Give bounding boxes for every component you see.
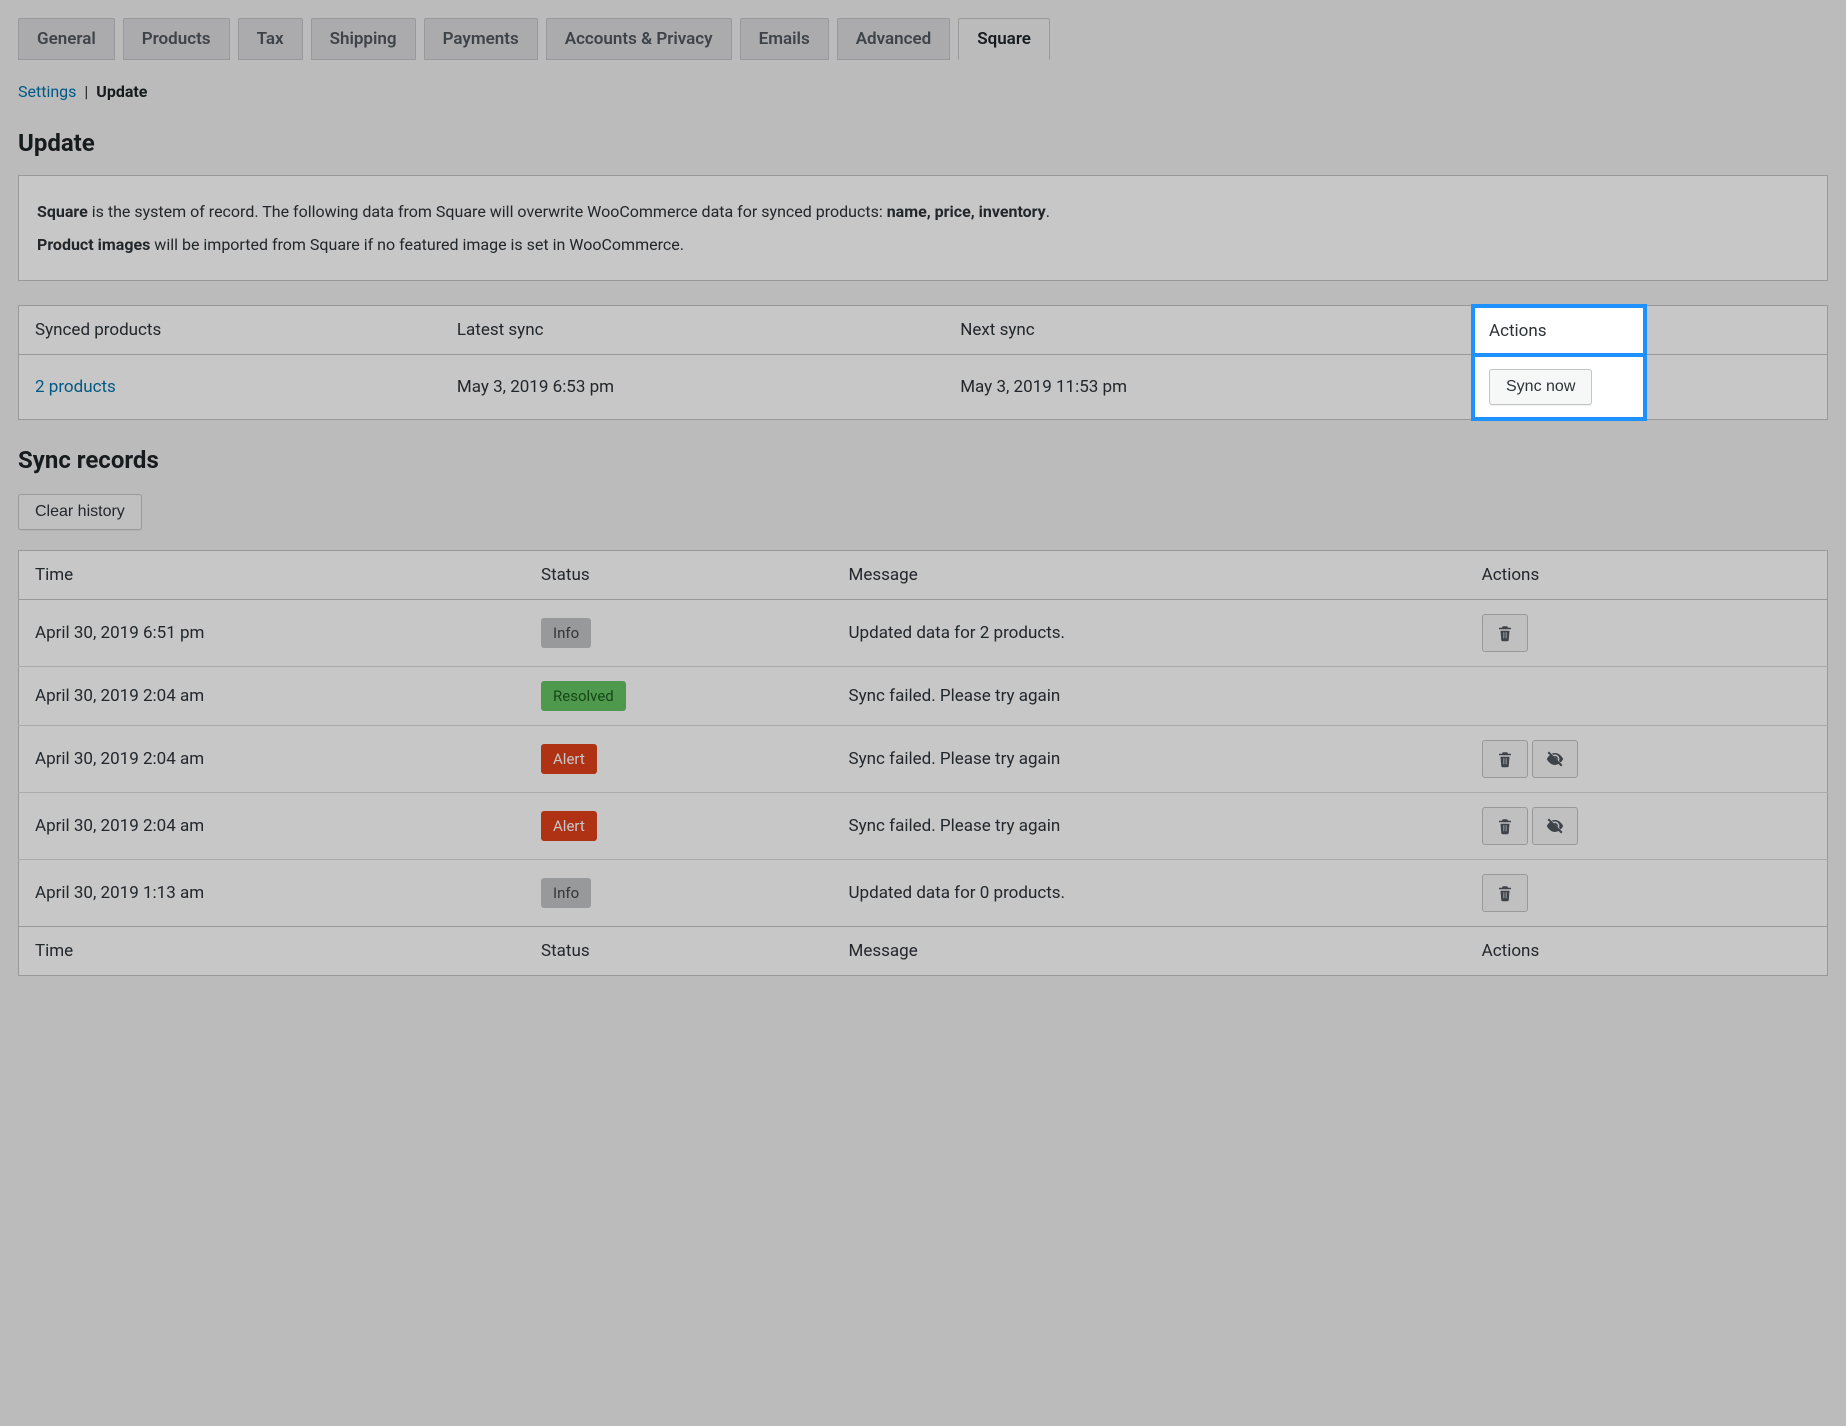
notice-bold-square: Square	[37, 202, 88, 221]
tab-square[interactable]: Square	[958, 18, 1050, 60]
tab-advanced[interactable]: Advanced	[837, 18, 951, 60]
heading-sync-records: Sync records	[18, 446, 1828, 474]
record-message: Sync failed. Please try again	[833, 666, 1466, 725]
settings-tabs: GeneralProductsTaxShippingPaymentsAccoun…	[18, 18, 1828, 60]
eye-off-icon	[1546, 817, 1564, 835]
tab-tax[interactable]: Tax	[238, 18, 303, 60]
notice-text-1-end: .	[1046, 202, 1050, 221]
synced-products-link[interactable]: 2 products	[35, 377, 116, 397]
sync-records-table: Time Status Message Actions April 30, 20…	[18, 550, 1828, 976]
records-foot-actions: Actions	[1466, 926, 1828, 975]
record-time: April 30, 2019 2:04 am	[19, 666, 526, 725]
record-message: Updated data for 0 products.	[833, 859, 1466, 926]
hide-record-button[interactable]	[1532, 740, 1578, 778]
hide-record-button[interactable]	[1532, 807, 1578, 845]
notice-bold-images: Product images	[37, 235, 150, 254]
record-time: April 30, 2019 1:13 am	[19, 859, 526, 926]
records-col-actions: Actions	[1466, 550, 1828, 599]
records-col-time: Time	[19, 550, 526, 599]
col-spacer	[1645, 306, 1828, 355]
col-next-sync: Next sync	[944, 306, 1473, 355]
records-foot-status: Status	[525, 926, 833, 975]
delete-record-button[interactable]	[1482, 874, 1528, 912]
record-message: Sync failed. Please try again	[833, 792, 1466, 859]
trash-icon	[1496, 817, 1514, 835]
notice-bold-fields: name, price, inventory	[887, 202, 1046, 221]
records-col-status: Status	[525, 550, 833, 599]
record-actions	[1466, 666, 1828, 725]
eye-off-icon	[1546, 750, 1564, 768]
record-time: April 30, 2019 2:04 am	[19, 792, 526, 859]
record-status: Info	[525, 859, 833, 926]
record-status: Info	[525, 599, 833, 666]
record-actions	[1466, 599, 1828, 666]
record-actions	[1466, 792, 1828, 859]
status-badge-alert: Alert	[541, 811, 597, 841]
record-time: April 30, 2019 6:51 pm	[19, 599, 526, 666]
tab-payments[interactable]: Payments	[424, 18, 538, 60]
record-time: April 30, 2019 2:04 am	[19, 725, 526, 792]
delete-record-button[interactable]	[1482, 807, 1528, 845]
records-foot-message: Message	[833, 926, 1466, 975]
table-row: April 30, 2019 2:04 am Alert Sync failed. …	[19, 725, 1828, 792]
trash-icon	[1496, 750, 1514, 768]
status-badge-info: Info	[541, 878, 591, 908]
next-sync-value: May 3, 2019 11:53 pm	[944, 355, 1473, 420]
heading-update: Update	[18, 129, 1828, 157]
tab-accounts-privacy[interactable]: Accounts & Privacy	[546, 18, 732, 60]
latest-sync-value: May 3, 2019 6:53 pm	[441, 355, 944, 420]
record-status: Resolved	[525, 666, 833, 725]
status-badge-resolved: Resolved	[541, 681, 626, 711]
sync-now-button[interactable]: Sync now	[1489, 369, 1592, 405]
clear-history-button[interactable]: Clear history	[18, 494, 142, 530]
status-badge-alert: Alert	[541, 744, 597, 774]
record-message: Sync failed. Please try again	[833, 725, 1466, 792]
delete-record-button[interactable]	[1482, 740, 1528, 778]
col-actions: Actions	[1473, 306, 1645, 355]
subnav-separator: |	[84, 82, 88, 101]
system-of-record-notice: Square is the system of record. The foll…	[18, 175, 1828, 281]
square-subnav: Settings | Update	[18, 82, 1828, 101]
trash-icon	[1496, 884, 1514, 902]
tab-general[interactable]: General	[18, 18, 115, 60]
tab-emails[interactable]: Emails	[740, 18, 829, 60]
record-status: Alert	[525, 725, 833, 792]
table-row: April 30, 2019 2:04 am Alert Sync failed. …	[19, 792, 1828, 859]
subnav-settings-link[interactable]: Settings	[18, 82, 76, 101]
notice-text-2: will be imported from Square if no featu…	[150, 235, 684, 254]
record-actions	[1466, 725, 1828, 792]
notice-text-1: is the system of record. The following d…	[88, 202, 887, 221]
records-col-message: Message	[833, 550, 1466, 599]
record-status: Alert	[525, 792, 833, 859]
status-badge-info: Info	[541, 618, 591, 648]
record-message: Updated data for 2 products.	[833, 599, 1466, 666]
trash-icon	[1496, 624, 1514, 642]
sync-summary-table: Synced products Latest sync Next sync Ac…	[18, 305, 1828, 420]
delete-record-button[interactable]	[1482, 614, 1528, 652]
table-row: April 30, 2019 2:04 am Resolved Sync faile…	[19, 666, 1828, 725]
col-latest-sync: Latest sync	[441, 306, 944, 355]
tab-shipping[interactable]: Shipping	[311, 18, 416, 60]
col-synced-products: Synced products	[19, 306, 441, 355]
records-foot-time: Time	[19, 926, 526, 975]
table-row: April 30, 2019 1:13 am Info Updated data f…	[19, 859, 1828, 926]
record-actions	[1466, 859, 1828, 926]
table-row: April 30, 2019 6:51 pm Info Updated data f…	[19, 599, 1828, 666]
tab-products[interactable]: Products	[123, 18, 230, 60]
subnav-current: Update	[96, 82, 147, 101]
